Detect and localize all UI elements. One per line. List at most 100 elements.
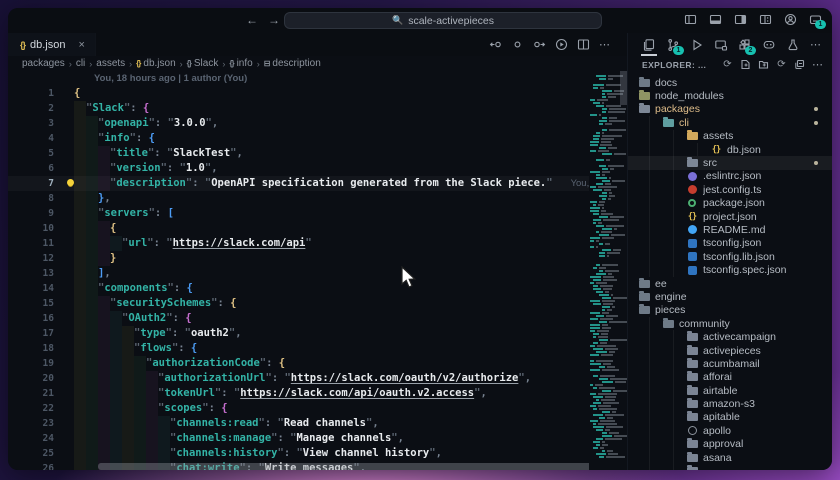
change-icon[interactable] [511, 38, 524, 51]
tree-item-apollo[interactable]: apollo [628, 424, 832, 437]
source-control-badge: 1 [673, 46, 684, 55]
line-number: 11 [8, 236, 60, 251]
tree-item-ee[interactable]: ee [628, 277, 832, 290]
tree-item-label: .eslintrc.json [703, 170, 761, 182]
horizontal-scrollbar[interactable] [98, 463, 589, 470]
tree-item-activecampaign[interactable]: activecampaign [628, 330, 832, 343]
tree-item-cli[interactable]: cli [628, 116, 832, 129]
settings-gear-icon[interactable]: 1 [808, 12, 822, 26]
tree-item-node-modules[interactable]: node_modules [628, 89, 832, 102]
ts-icon [688, 266, 697, 275]
code-line: 8}, [8, 191, 589, 206]
source-control-icon[interactable]: 1 [666, 38, 680, 52]
toggle-panel-icon[interactable] [708, 12, 722, 26]
tree-item-engine[interactable]: engine [628, 290, 832, 303]
command-center-search[interactable]: 🔍 scale-activepieces [284, 12, 602, 29]
new-folder-icon[interactable] [758, 59, 769, 70]
minimap[interactable] [589, 71, 627, 470]
folder-icon [639, 293, 650, 301]
tree-item-project-json[interactable]: {}project.json [628, 210, 832, 223]
folder-icon [663, 320, 674, 328]
toggle-primary-sidebar-icon[interactable] [683, 12, 697, 26]
customize-layout-icon[interactable] [758, 12, 772, 26]
refresh-icon[interactable]: ⟳ [776, 59, 787, 70]
tree-item-apitable[interactable]: apitable [628, 411, 832, 424]
tree-item--eslintrc-json[interactable]: .eslintrc.json [628, 170, 832, 183]
line-number: 13 [8, 266, 60, 281]
inline-blame: You, [571, 176, 589, 191]
line-number: 23 [8, 416, 60, 431]
tree-item-acumbamail[interactable]: acumbamail [628, 357, 832, 370]
breadcrumb-item[interactable]: packages [22, 58, 65, 69]
toggle-secondary-sidebar-icon[interactable] [733, 12, 747, 26]
more-views-icon[interactable]: ⋯ [810, 38, 822, 51]
tree-item-clipped[interactable] [628, 464, 832, 470]
tree-item-package-json[interactable]: package.json [628, 197, 832, 210]
tab-close-icon[interactable]: × [79, 39, 85, 51]
tree-item-docs[interactable]: docs [628, 76, 832, 89]
tree-item-activepieces[interactable]: activepieces [628, 344, 832, 357]
code-line: 10{ [8, 221, 589, 236]
vertical-scrollbar[interactable] [620, 71, 627, 105]
breadcrumb-item[interactable]: {}db.json [136, 58, 175, 69]
tree-item-tsconfig-spec-json[interactable]: tsconfig.spec.json [628, 263, 832, 276]
remote-explorer-icon[interactable] [714, 38, 728, 52]
tree-item-airtable[interactable]: airtable [628, 384, 832, 397]
tab-db-json[interactable]: {} db.json × [8, 33, 96, 56]
breadcrumb-item[interactable]: cli [76, 58, 85, 69]
nav-forward-icon[interactable]: → [268, 12, 280, 28]
new-file-icon[interactable] [740, 59, 751, 70]
tree-item-assets[interactable]: assets [628, 130, 832, 143]
sync-icon[interactable]: ⟳ [722, 59, 733, 70]
nav-back-icon[interactable]: ← [246, 12, 258, 28]
object-symbol-icon: {} [136, 59, 140, 68]
breadcrumb-item[interactable]: {}info [229, 58, 252, 69]
breadcrumb-separator: › [69, 59, 72, 69]
copilot-chat-icon[interactable] [762, 38, 776, 52]
explorer-view-icon[interactable] [642, 38, 656, 52]
line-number: 2 [8, 101, 60, 116]
tree-item-amazon-s3[interactable]: amazon-s3 [628, 397, 832, 410]
tree-item-label: airtable [703, 385, 737, 397]
tree-item-label: apollo [703, 425, 731, 437]
tree-item-pieces[interactable]: pieces [628, 304, 832, 317]
tree-item-label: asana [703, 452, 732, 464]
extensions-icon[interactable]: 2 [738, 38, 752, 52]
more-actions-icon[interactable]: ⋯ [599, 38, 611, 51]
tree-item-approval[interactable]: approval [628, 438, 832, 451]
run-debug-icon[interactable] [690, 38, 704, 52]
tree-item-asana[interactable]: asana [628, 451, 832, 464]
tree-item-packages[interactable]: packages [628, 103, 832, 116]
line-number: 14 [8, 281, 60, 296]
tree-item-community[interactable]: community [628, 317, 832, 330]
folder-icon [687, 440, 698, 448]
run-file-icon[interactable] [555, 38, 568, 51]
breadcrumb-item[interactable]: {}Slack [187, 58, 219, 69]
account-icon[interactable] [783, 12, 797, 26]
editor-group: {} db.json × [8, 33, 627, 470]
tree-item-readme-md[interactable]: README.md [628, 223, 832, 236]
tree-item-jest-config-ts[interactable]: jest.config.ts [628, 183, 832, 196]
testing-beaker-icon[interactable] [786, 38, 800, 52]
tree-item-label: afforai [703, 371, 732, 383]
folder-icon [687, 400, 698, 408]
explorer-more-icon[interactable]: ⋯ [812, 58, 824, 71]
code-editor[interactable]: You, 18 hours ago | 1 author (You) 1{2"S… [8, 71, 589, 470]
tree-item-tsconfig-lib-json[interactable]: tsconfig.lib.json [628, 250, 832, 263]
tree-item-db-json[interactable]: {}db.json [628, 143, 832, 156]
tree-item-src[interactable]: src [628, 156, 832, 169]
previous-change-icon[interactable] [489, 38, 502, 51]
split-editor-icon[interactable] [577, 38, 590, 51]
breadcrumb-item[interactable]: assets [96, 58, 125, 69]
collapse-all-icon[interactable] [794, 59, 805, 70]
next-change-icon[interactable] [533, 38, 546, 51]
tree-item-label: assets [703, 130, 733, 142]
tree-item-afforai[interactable]: afforai [628, 371, 832, 384]
ts-icon [688, 239, 697, 248]
tab-bar: {} db.json × [8, 33, 627, 56]
tree-item-tsconfig-json[interactable]: tsconfig.json [628, 237, 832, 250]
eslint-icon [688, 172, 697, 181]
lightbulb-icon[interactable] [67, 179, 74, 186]
breadcrumb-item[interactable]: ⊟description [264, 58, 321, 69]
title-bar: ← → 🔍 scale-activepieces [8, 8, 832, 33]
